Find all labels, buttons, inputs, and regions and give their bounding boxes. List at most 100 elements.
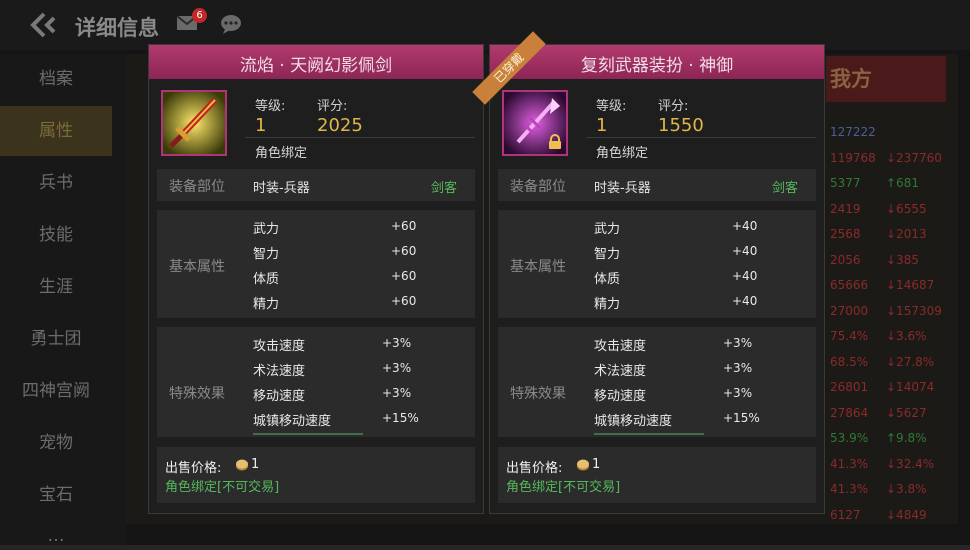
effect-name: 术法速度 — [253, 364, 306, 379]
effect-value: +15% — [723, 411, 760, 425]
level-label: 等级: — [596, 99, 627, 114]
stat-value: ↓14074 — [886, 380, 935, 394]
attr-name: 武力 — [594, 222, 621, 237]
attr-name: 体质 — [594, 272, 621, 287]
attr-name: 智力 — [253, 247, 280, 262]
sidebar: 档案 属性 兵书 技能 生涯 勇士团 四神宫阙 宠物 宝石 … — [0, 54, 126, 550]
stat-value: 6127 — [830, 507, 861, 522]
level-value: 1 — [255, 115, 267, 136]
sidebar-item-four-gods-palace[interactable]: 四神宫阙 — [0, 366, 112, 416]
special-effects-label: 特殊效果 — [510, 386, 566, 402]
effect-value: +3% — [723, 361, 753, 375]
stat-value: ↓6555 — [886, 201, 927, 216]
stat-value: ↓237760 — [886, 150, 942, 165]
stat-value: ↓2013 — [886, 227, 927, 241]
attr-value: +60 — [391, 219, 417, 233]
attr-value: +40 — [732, 244, 758, 258]
effect-name: 移动速度 — [253, 389, 306, 404]
stat-value: 27000 — [830, 303, 869, 318]
sidebar-item-bingshu[interactable]: 兵书 — [0, 158, 112, 208]
coin-icon — [577, 459, 589, 471]
stat-value: 41.3% — [830, 482, 869, 496]
divider — [245, 137, 475, 138]
back-arrow-icon[interactable] — [30, 12, 58, 38]
attr-name: 智力 — [594, 247, 621, 262]
score-value: 2025 — [317, 115, 363, 136]
our-side-header: 我方 — [826, 56, 946, 102]
stat-value: ↓3.8% — [886, 482, 927, 496]
attr-value: +40 — [732, 269, 758, 283]
stat-value: 27864 — [830, 405, 869, 420]
stat-value: ↓157309 — [886, 303, 942, 318]
price-label: 出售价格: — [165, 461, 222, 476]
level-value: 1 — [596, 115, 608, 136]
effect-name: 攻击速度 — [594, 339, 647, 354]
special-effects-label: 特殊效果 — [169, 386, 225, 402]
attr-name: 精力 — [253, 297, 280, 312]
attr-name: 体质 — [253, 272, 280, 287]
base-attributes-block: 基本属性 武力 +60 智力 +60 体质 +60 精力 +60 — [157, 210, 475, 318]
item-card-2: 复刻武器装扮 · 神御 已穿戴 等级: 评分: 1 1550 角色绑定 装备部位… — [472, 31, 825, 514]
spear-icon[interactable] — [502, 90, 568, 156]
top-bar: 详细信息 6 — [0, 0, 970, 50]
page-title: 详细信息 — [75, 16, 159, 40]
stat-value: 5377 — [830, 176, 861, 190]
slot-row: 装备部位 时装-兵器 剑客 — [157, 169, 475, 201]
slot-label: 装备部位 — [510, 179, 566, 195]
trade-restriction: 角色绑定[不可交易] — [506, 480, 621, 495]
trade-restriction: 角色绑定[不可交易] — [165, 480, 280, 495]
level-label: 等级: — [255, 99, 286, 114]
effect-value: +3% — [723, 386, 753, 400]
chat-icon[interactable] — [220, 14, 242, 34]
attr-value: +60 — [391, 269, 417, 283]
sidebar-item-gems[interactable]: 宝石 — [0, 470, 112, 520]
slot-row: 装备部位 时装-兵器 剑客 — [498, 169, 816, 201]
effect-name: 城镇移动速度 — [253, 414, 332, 429]
base-attributes-label: 基本属性 — [169, 259, 225, 275]
stat-value: 68.5% — [830, 354, 869, 369]
price-block: 出售价格: 1 角色绑定[不可交易] — [498, 447, 816, 503]
sidebar-item-career[interactable]: 生涯 — [0, 262, 112, 312]
class-requirement: 剑客 — [772, 181, 799, 196]
bottom-scrollbar[interactable] — [0, 545, 970, 550]
stat-value: ↓3.6% — [886, 329, 927, 343]
sidebar-item-warrior-group[interactable]: 勇士团 — [0, 314, 112, 364]
special-effects-block: 特殊效果 攻击速度 +3% 术法速度 +3% 移动速度 +3% 城镇移动速度 +… — [498, 327, 816, 437]
stat-value: ↓5627 — [886, 405, 927, 420]
base-attributes-block: 基本属性 武力 +40 智力 +40 体质 +40 精力 +40 — [498, 210, 816, 318]
score-label: 评分: — [317, 99, 348, 114]
effect-value: +3% — [382, 386, 412, 400]
effect-name: 攻击速度 — [253, 339, 306, 354]
effect-value: +3% — [723, 336, 753, 350]
sidebar-item-pets[interactable]: 宠物 — [0, 418, 112, 468]
sidebar-item-profile[interactable]: 档案 — [0, 54, 112, 104]
stat-value: 2419 — [830, 201, 861, 216]
mail-badge: 6 — [192, 8, 207, 23]
effect-value: +3% — [382, 336, 412, 350]
sword-icon[interactable] — [161, 90, 227, 156]
effect-name: 城镇移动速度 — [594, 414, 673, 429]
stat-value: 53.9% — [830, 431, 869, 445]
base-attributes-label: 基本属性 — [510, 259, 566, 275]
stat-value: ↑681 — [886, 176, 919, 190]
attr-value: +40 — [732, 294, 758, 308]
attr-value: +60 — [391, 244, 417, 258]
attr-value: +40 — [732, 219, 758, 233]
item-card-1: 流焰 · 天阙幻影佩剑 等级: 评分: 1 2025 角色绑定 装备部位 时装-… — [148, 44, 484, 514]
stat-value: 119768 — [830, 150, 876, 165]
stat-value: 65666 — [830, 278, 869, 292]
effect-value: +3% — [382, 361, 412, 375]
score-value: 1550 — [658, 115, 704, 136]
attr-name: 精力 — [594, 297, 621, 312]
item-name: 流焰 · 天阙幻影佩剑 — [239, 56, 393, 76]
stat-value: 75.4% — [830, 329, 869, 343]
stat-value: ↓32.4% — [886, 456, 935, 471]
effect-name: 术法速度 — [594, 364, 647, 379]
card-header: 流焰 · 天阙幻影佩剑 — [149, 45, 483, 79]
sidebar-item-skills[interactable]: 技能 — [0, 210, 112, 260]
sidebar-item-attributes[interactable]: 属性 — [0, 106, 112, 156]
effect-name: 移动速度 — [594, 389, 647, 404]
price-label: 出售价格: — [506, 461, 563, 476]
slot-value: 时装-兵器 — [253, 181, 310, 196]
price-value: 1 — [251, 457, 260, 472]
